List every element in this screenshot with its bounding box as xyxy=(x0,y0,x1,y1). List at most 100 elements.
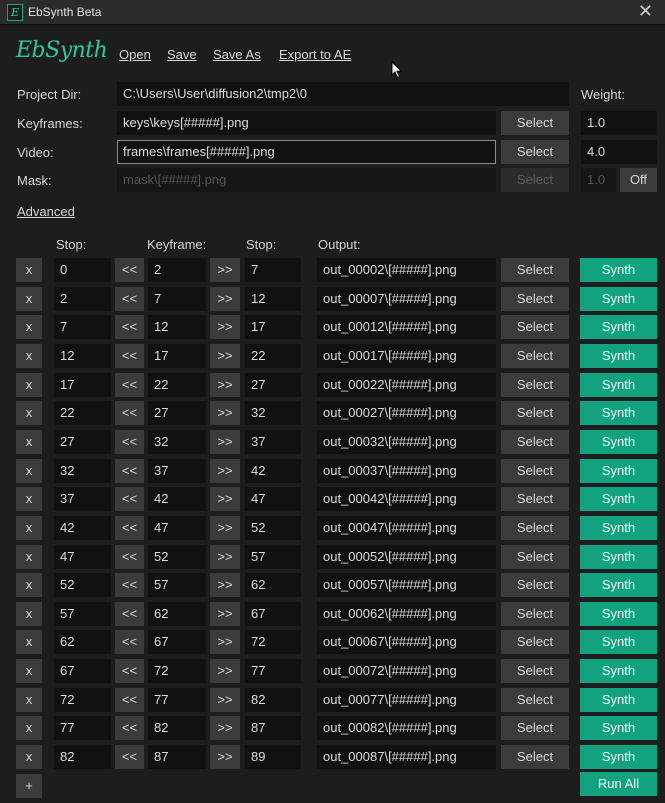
output-select-button[interactable]: Select xyxy=(501,630,569,654)
stop-end-field[interactable]: 12 xyxy=(245,287,301,311)
stop-start-field[interactable]: 22 xyxy=(54,401,111,425)
synth-button[interactable]: Synth xyxy=(580,545,657,569)
next-keyframe-button[interactable]: >> xyxy=(210,287,240,311)
keyframe-field[interactable]: 7 xyxy=(148,287,206,311)
synth-button[interactable]: Synth xyxy=(580,573,657,597)
stop-end-field[interactable]: 32 xyxy=(245,401,301,425)
remove-row-button[interactable]: x xyxy=(16,545,42,569)
remove-row-button[interactable]: x xyxy=(16,688,42,712)
prev-keyframe-button[interactable]: << xyxy=(115,688,144,712)
stop-start-field[interactable]: 12 xyxy=(54,344,111,368)
prev-keyframe-button[interactable]: << xyxy=(115,487,144,511)
prev-keyframe-button[interactable]: << xyxy=(115,716,144,740)
synth-button[interactable]: Synth xyxy=(580,344,657,368)
next-keyframe-button[interactable]: >> xyxy=(210,401,240,425)
next-keyframe-button[interactable]: >> xyxy=(210,344,240,368)
output-select-button[interactable]: Select xyxy=(501,401,569,425)
output-field[interactable]: out_00002\[#####].png xyxy=(317,258,496,282)
stop-start-field[interactable]: 52 xyxy=(54,573,111,597)
stop-end-field[interactable]: 62 xyxy=(245,573,301,597)
stop-start-field[interactable]: 32 xyxy=(54,459,111,483)
output-select-button[interactable]: Select xyxy=(501,258,569,282)
next-keyframe-button[interactable]: >> xyxy=(210,516,240,540)
stop-end-field[interactable]: 17 xyxy=(245,315,301,339)
remove-row-button[interactable]: x xyxy=(16,602,42,626)
stop-start-field[interactable]: 57 xyxy=(54,602,111,626)
synth-button[interactable]: Synth xyxy=(580,373,657,397)
next-keyframe-button[interactable]: >> xyxy=(210,430,240,454)
next-keyframe-button[interactable]: >> xyxy=(210,602,240,626)
prev-keyframe-button[interactable]: << xyxy=(115,315,144,339)
keyframe-field[interactable]: 22 xyxy=(148,373,206,397)
keyframe-field[interactable]: 42 xyxy=(148,487,206,511)
remove-row-button[interactable]: x xyxy=(16,287,42,311)
run-all-button[interactable]: Run All xyxy=(580,772,657,796)
output-select-button[interactable]: Select xyxy=(501,545,569,569)
keyframe-field[interactable]: 17 xyxy=(148,344,206,368)
synth-button[interactable]: Synth xyxy=(580,716,657,740)
stop-end-field[interactable]: 52 xyxy=(245,516,301,540)
output-select-button[interactable]: Select xyxy=(501,516,569,540)
mask-toggle-button[interactable]: Off xyxy=(620,168,657,192)
remove-row-button[interactable]: x xyxy=(16,487,42,511)
keyframe-field[interactable]: 27 xyxy=(148,401,206,425)
synth-button[interactable]: Synth xyxy=(580,630,657,654)
output-field[interactable]: out_00057\[#####].png xyxy=(317,573,496,597)
stop-end-field[interactable]: 77 xyxy=(245,659,301,683)
synth-button[interactable]: Synth xyxy=(580,659,657,683)
keyframes-field[interactable]: keys\keys[#####].png xyxy=(117,111,496,135)
synth-button[interactable]: Synth xyxy=(580,459,657,483)
prev-keyframe-button[interactable]: << xyxy=(115,516,144,540)
output-field[interactable]: out_00077\[#####].png xyxy=(317,688,496,712)
stop-end-field[interactable]: 42 xyxy=(245,459,301,483)
output-field[interactable]: out_00037\[#####].png xyxy=(317,459,496,483)
output-field[interactable]: out_00052\[#####].png xyxy=(317,545,496,569)
output-select-button[interactable]: Select xyxy=(501,287,569,311)
keyframe-field[interactable]: 57 xyxy=(148,573,206,597)
remove-row-button[interactable]: x xyxy=(16,745,42,769)
prev-keyframe-button[interactable]: << xyxy=(115,602,144,626)
stop-start-field[interactable]: 2 xyxy=(54,287,111,311)
keyframe-field[interactable]: 52 xyxy=(148,545,206,569)
prev-keyframe-button[interactable]: << xyxy=(115,344,144,368)
output-select-button[interactable]: Select xyxy=(501,659,569,683)
prev-keyframe-button[interactable]: << xyxy=(115,545,144,569)
prev-keyframe-button[interactable]: << xyxy=(115,630,144,654)
keyframe-field[interactable]: 67 xyxy=(148,630,206,654)
output-field[interactable]: out_00022\[#####].png xyxy=(317,373,496,397)
close-icon[interactable]: ✕ xyxy=(638,1,653,22)
stop-start-field[interactable]: 72 xyxy=(54,688,111,712)
keyframe-field[interactable]: 37 xyxy=(148,459,206,483)
output-field[interactable]: out_00012\[#####].png xyxy=(317,315,496,339)
add-row-button[interactable]: + xyxy=(16,774,42,798)
prev-keyframe-button[interactable]: << xyxy=(115,573,144,597)
output-select-button[interactable]: Select xyxy=(501,487,569,511)
synth-button[interactable]: Synth xyxy=(580,430,657,454)
output-select-button[interactable]: Select xyxy=(501,315,569,339)
keyframe-field[interactable]: 47 xyxy=(148,516,206,540)
next-keyframe-button[interactable]: >> xyxy=(210,630,240,654)
prev-keyframe-button[interactable]: << xyxy=(115,401,144,425)
remove-row-button[interactable]: x xyxy=(16,659,42,683)
prev-keyframe-button[interactable]: << xyxy=(115,659,144,683)
stop-end-field[interactable]: 87 xyxy=(245,716,301,740)
output-select-button[interactable]: Select xyxy=(501,430,569,454)
output-field[interactable]: out_00072\[#####].png xyxy=(317,659,496,683)
remove-row-button[interactable]: x xyxy=(16,373,42,397)
stop-start-field[interactable]: 27 xyxy=(54,430,111,454)
prev-keyframe-button[interactable]: << xyxy=(115,373,144,397)
synth-button[interactable]: Synth xyxy=(580,315,657,339)
output-field[interactable]: out_00017\[#####].png xyxy=(317,344,496,368)
remove-row-button[interactable]: x xyxy=(16,430,42,454)
remove-row-button[interactable]: x xyxy=(16,516,42,540)
stop-start-field[interactable]: 62 xyxy=(54,630,111,654)
stop-start-field[interactable]: 47 xyxy=(54,545,111,569)
stop-end-field[interactable]: 37 xyxy=(245,430,301,454)
keyframe-field[interactable]: 87 xyxy=(148,745,206,769)
next-keyframe-button[interactable]: >> xyxy=(210,688,240,712)
keyframes-weight-field[interactable]: 1.0 xyxy=(581,111,657,135)
stop-end-field[interactable]: 57 xyxy=(245,545,301,569)
next-keyframe-button[interactable]: >> xyxy=(210,373,240,397)
keyframe-field[interactable]: 32 xyxy=(148,430,206,454)
video-field[interactable]: frames\frames[#####].png xyxy=(117,140,496,164)
